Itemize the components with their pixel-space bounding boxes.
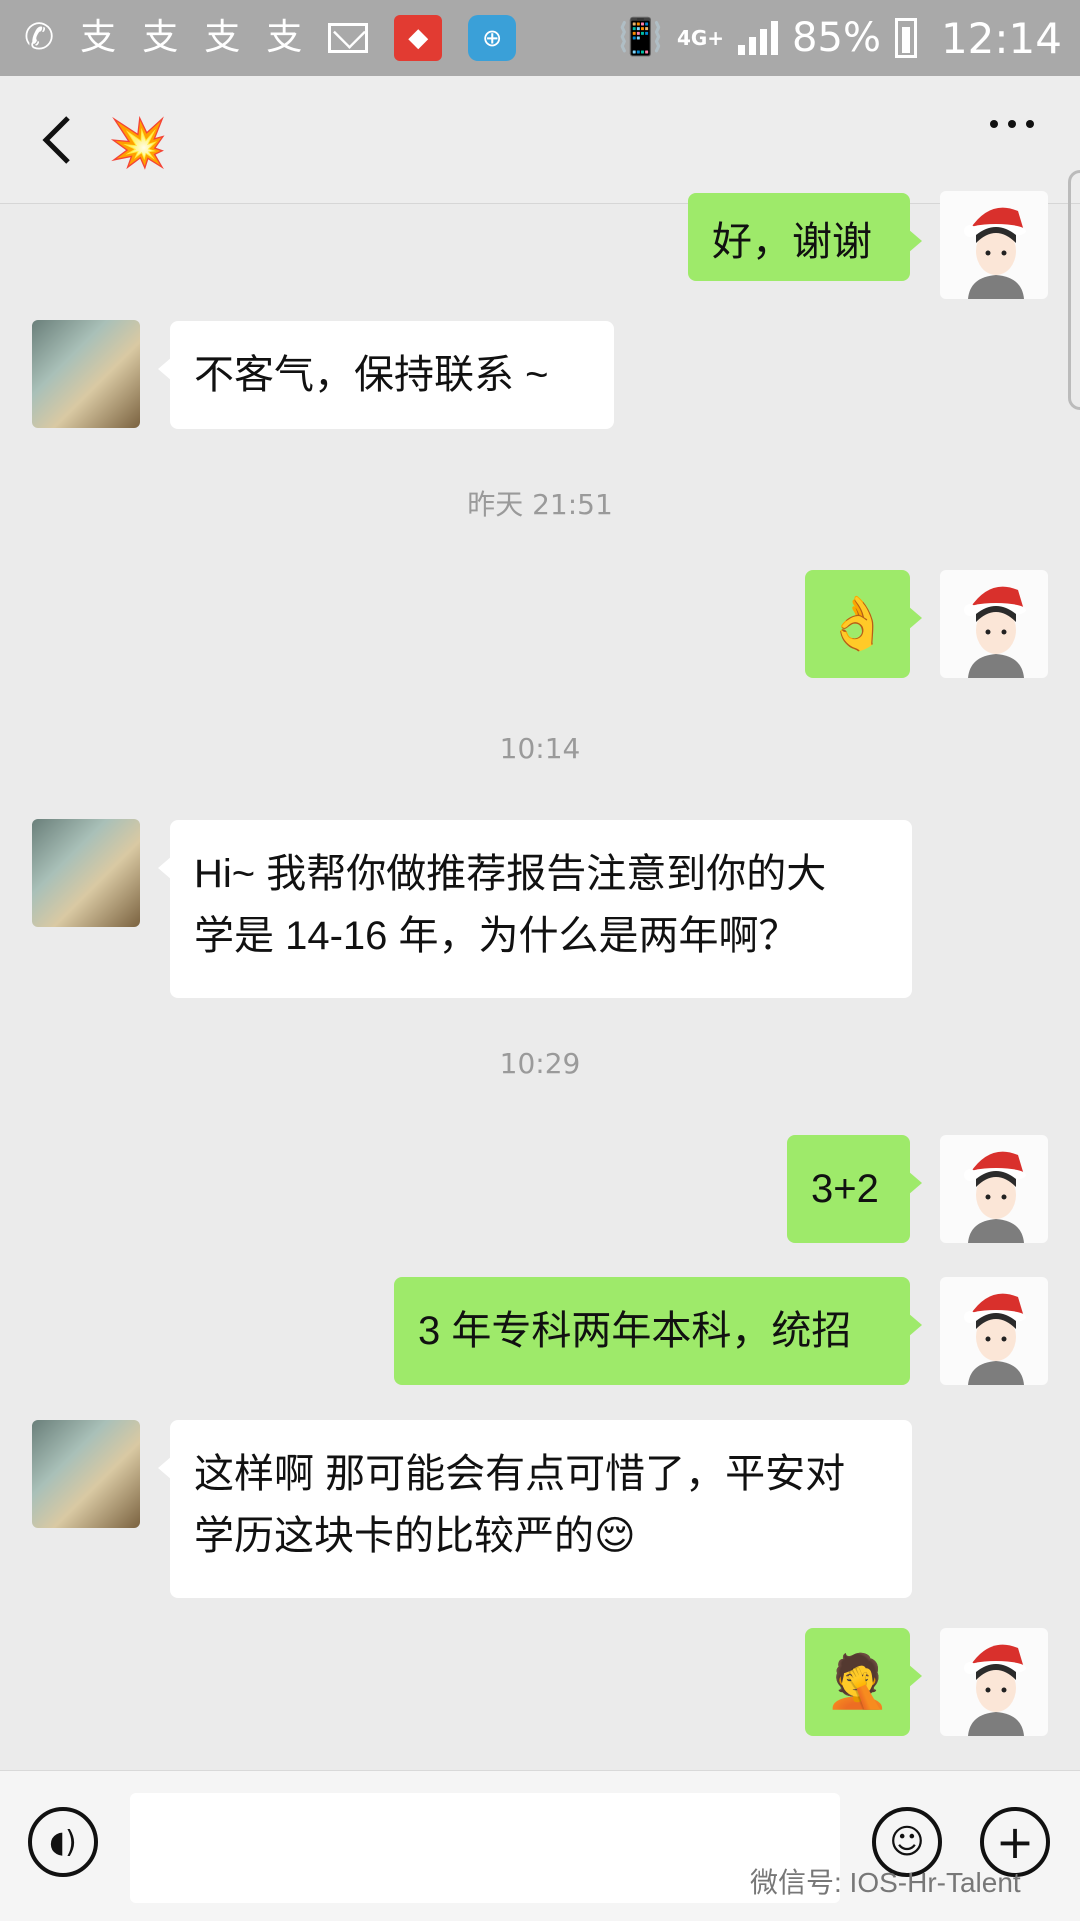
avatar-self[interactable]	[940, 1135, 1048, 1243]
input-bar: ◖) ☺ + 微信号: IOS-Hr-Talent	[0, 1770, 1080, 1921]
message-bubble-self[interactable]: 🤦	[805, 1628, 922, 1736]
message-input[interactable]	[130, 1793, 840, 1903]
ok-hand-emoji: 👌	[825, 595, 890, 653]
message-bubble-other[interactable]: 不客气，保持联系 ~	[158, 321, 614, 429]
clock: 12:14	[940, 13, 1062, 63]
alipay-icon: 支	[80, 17, 117, 58]
santa-hat-boy-avatar	[964, 586, 1026, 678]
bank-app-icon: ◆	[394, 15, 443, 61]
avatar-contact[interactable]	[32, 1420, 140, 1528]
santa-hat-boy-avatar	[964, 1644, 1026, 1736]
message-timestamp: 10:14	[499, 732, 581, 765]
chat-header: 💥	[0, 76, 1080, 204]
battery-icon	[894, 18, 917, 58]
mail-icon	[328, 23, 369, 53]
message-text: 3 年专科两年本科，统招	[418, 1309, 852, 1353]
message-bubble-other[interactable]: Hi~ 我帮你做推荐报告注意到你的大 学是 14-16 年，为什么是两年啊？	[158, 820, 912, 998]
message-text-line: 学历这块卡的比较严的😌	[194, 1514, 636, 1558]
railway-app-icon: ⊕	[468, 15, 517, 61]
message-bubble-other[interactable]: 这样啊 那可能会有点可惜了，平安对 学历这块卡的比较严的😌	[158, 1420, 912, 1598]
avatar-self[interactable]	[940, 191, 1048, 299]
network-type: 4G+	[676, 26, 725, 50]
contact-title-emoji: 💥	[108, 115, 168, 171]
message-text: 好，谢谢	[712, 220, 872, 264]
message-text-line: Hi~ 我帮你做推荐报告注意到你的大	[194, 852, 827, 896]
watermark: 微信号: IOS-Hr-Talent	[750, 1867, 1021, 1898]
santa-hat-boy-avatar	[964, 1293, 1026, 1385]
more-horizontal-icon[interactable]	[990, 120, 1034, 128]
alipay-icon: 支	[204, 17, 241, 58]
message-bubble-self[interactable]: 好，谢谢	[688, 193, 922, 281]
message-timestamp: 昨天 21:51	[467, 488, 613, 521]
alipay-icon: 支	[266, 17, 303, 58]
notification-icons: ✆ 支 支 支 支 ◆ ⊕	[24, 15, 517, 61]
avatar-self[interactable]	[940, 570, 1048, 678]
message-text: 3+2	[811, 1167, 879, 1211]
avatar-self[interactable]	[940, 1628, 1048, 1736]
message-text-line: 这样啊 那可能会有点可惜了，平安对	[194, 1452, 846, 1496]
message-list: 好，谢谢 不客气，保持联系 ~ 昨天 21:51 👌 10:14 Hi~ 我帮你…	[0, 191, 1080, 1770]
message-bubble-self[interactable]: 👌	[805, 570, 922, 678]
message-bubble-self[interactable]: 3+2	[787, 1135, 922, 1243]
chevron-left-icon[interactable]	[32, 110, 88, 170]
battery-percent: 85%	[792, 15, 881, 61]
avatar-contact[interactable]	[32, 320, 140, 428]
vibrate-icon: 📳	[618, 17, 663, 58]
message-text: 不客气，保持联系 ~	[194, 353, 549, 397]
voice-icon[interactable]: ◖)	[28, 1807, 98, 1877]
missed-call-icon: ✆	[24, 17, 55, 58]
santa-hat-boy-avatar	[964, 1151, 1026, 1243]
message-timestamp: 10:29	[499, 1047, 581, 1080]
message-text-line: 学是 14-16 年，为什么是两年啊？	[194, 914, 799, 958]
system-icons: 📳 4G+ 85% 12:14	[618, 14, 1062, 63]
status-bar: ✆ 支 支 支 支 ◆ ⊕ 📳 4G+ 85% 12:14	[0, 0, 1080, 76]
alipay-icon: 支	[142, 17, 179, 58]
avatar-contact[interactable]	[32, 819, 140, 927]
signal-icon	[738, 21, 779, 55]
message-bubble-self[interactable]: 3 年专科两年本科，统招	[394, 1277, 922, 1385]
santa-hat-boy-avatar	[964, 207, 1026, 299]
facepalm-emoji: 🤦	[825, 1653, 890, 1711]
avatar-self[interactable]	[940, 1277, 1048, 1385]
